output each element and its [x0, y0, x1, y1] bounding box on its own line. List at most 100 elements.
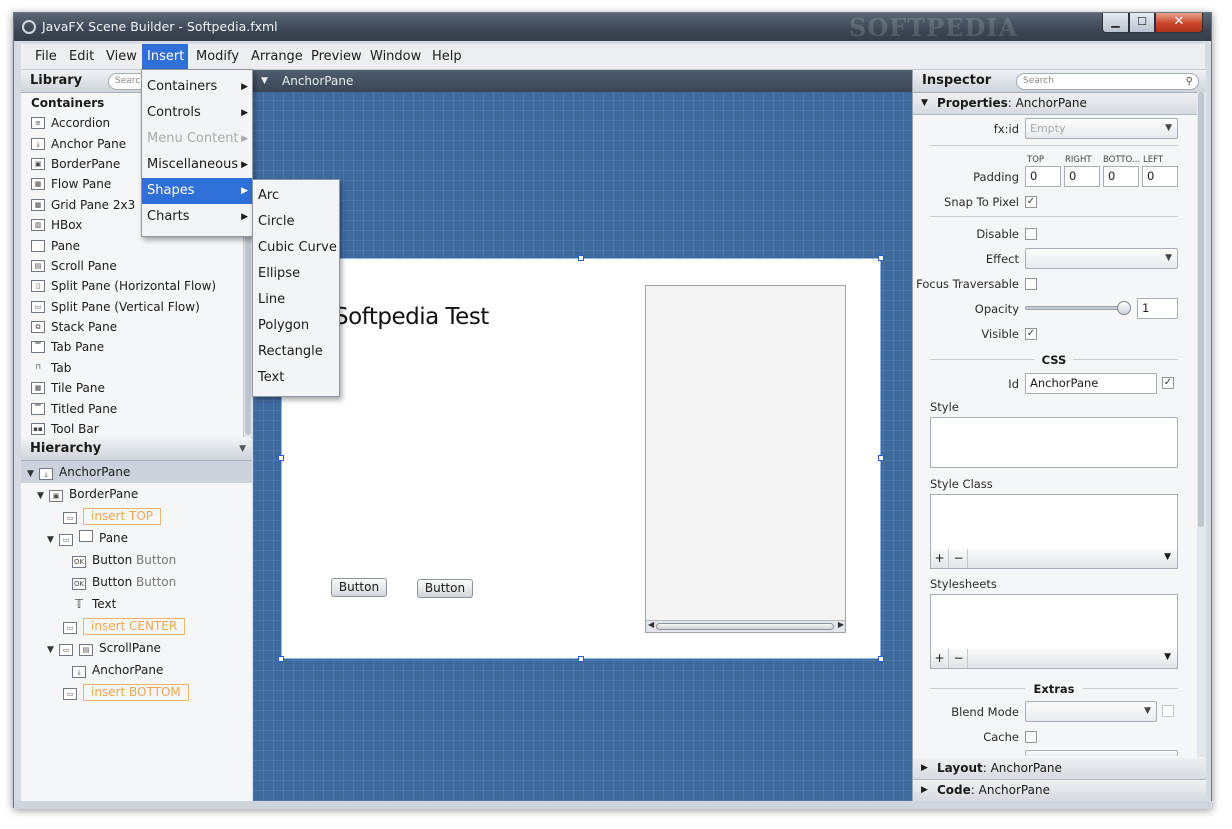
- insert-menu-controls[interactable]: Controls ▶: [142, 100, 252, 126]
- tree-row-insert-top[interactable]: ▭ insert TOP: [63, 505, 162, 527]
- shapes-menu-line[interactable]: Line: [253, 287, 339, 313]
- chevron-down-icon[interactable]: ▼: [1164, 652, 1171, 662]
- shapes-menu-rectangle[interactable]: Rectangle: [253, 339, 339, 365]
- resize-handle[interactable]: [278, 455, 284, 461]
- chevron-down-icon[interactable]: ▼: [239, 438, 246, 460]
- visible-checkbox[interactable]: ✓: [1025, 328, 1037, 340]
- library-item[interactable]: ▤ Scroll Pane: [21, 256, 243, 276]
- tree-row-button[interactable]: OK Button Button: [72, 571, 176, 593]
- insert-menu-charts[interactable]: Charts ▶: [142, 204, 252, 230]
- chevron-down-icon[interactable]: ▼: [1164, 552, 1171, 562]
- effect-combo[interactable]: ▼: [1025, 248, 1178, 269]
- breadcrumb[interactable]: AnchorPane: [282, 70, 353, 92]
- expand-triangle-icon[interactable]: ▼: [47, 529, 59, 551]
- cache-checkbox[interactable]: [1025, 731, 1037, 743]
- tree-row-scrollpane[interactable]: ▼ ▭ ▤ ScrollPane: [47, 637, 161, 659]
- fxid-combo[interactable]: Empty ▼: [1025, 118, 1178, 139]
- blend-mode-combo[interactable]: ▼: [1025, 701, 1157, 722]
- resize-handle[interactable]: [878, 656, 884, 662]
- tree-row-borderpane[interactable]: ▼ ▣ BorderPane: [37, 483, 138, 505]
- opacity-slider[interactable]: [1025, 306, 1129, 310]
- library-item[interactable]: ▭ Split Pane (Vertical Flow): [21, 297, 243, 317]
- library-item[interactable]: ⧉ Stack Pane: [21, 317, 243, 337]
- library-item[interactable]: Pane: [21, 235, 243, 255]
- stylesheets-list[interactable]: [930, 594, 1178, 650]
- add-icon[interactable]: +: [931, 549, 949, 568]
- style-class-list[interactable]: [930, 494, 1178, 550]
- arrow-left-icon[interactable]: ◀: [648, 620, 654, 629]
- menu-edit[interactable]: Edit: [64, 44, 99, 70]
- anchor-pane-root[interactable]: Softpedia Test Button Button ◀ ▶: [281, 258, 881, 659]
- inspector-scrollbar[interactable]: [1197, 92, 1206, 757]
- arrow-right-icon[interactable]: ▶: [838, 620, 844, 629]
- close-button[interactable]: ✕: [1155, 13, 1203, 33]
- tree-row-anchorpane[interactable]: ▼ ⤓ AnchorPane: [21, 461, 252, 483]
- shapes-menu-cubic-curve[interactable]: Cubic Curve: [253, 235, 339, 261]
- focus-traversable-checkbox[interactable]: [1025, 278, 1037, 290]
- chevron-down-icon[interactable]: ▼: [261, 70, 268, 92]
- library-item[interactable]: ▯ Split Pane (Horizontal Flow): [21, 276, 243, 296]
- canvas-text-label[interactable]: Softpedia Test: [334, 304, 489, 330]
- remove-icon[interactable]: −: [950, 649, 968, 668]
- library-item[interactable]: ⊓ Tab: [21, 358, 243, 378]
- shapes-menu-circle[interactable]: Circle: [253, 209, 339, 235]
- minimize-button[interactable]: ▁: [1102, 13, 1129, 33]
- insert-center-slot[interactable]: insert CENTER: [83, 618, 186, 635]
- menu-preview[interactable]: Preview: [306, 44, 367, 70]
- insert-menu-containers[interactable]: Containers ▶: [142, 74, 252, 100]
- menu-window[interactable]: Window: [365, 44, 426, 70]
- menu-view[interactable]: View: [101, 44, 142, 70]
- expand-triangle-icon[interactable]: ▼: [47, 639, 59, 661]
- blend-mode-checkbox[interactable]: [1162, 705, 1174, 717]
- menu-help[interactable]: Help: [427, 44, 467, 70]
- shapes-menu-arc[interactable]: Arc: [253, 183, 339, 209]
- library-item[interactable]: ▦ Tile Pane: [21, 378, 243, 398]
- tree-row-insert-center[interactable]: ▭ insert CENTER: [63, 615, 186, 637]
- shapes-menu-ellipse[interactable]: Ellipse: [253, 261, 339, 287]
- expand-triangle-icon[interactable]: ▼: [37, 485, 49, 507]
- padding-bottom-field[interactable]: 0: [1103, 166, 1139, 187]
- inspector-scroll-thumb[interactable]: [1198, 92, 1204, 527]
- library-item[interactable]: ▪▪ Tool Bar: [21, 419, 243, 437]
- menu-file[interactable]: File: [30, 44, 62, 70]
- add-icon[interactable]: +: [931, 649, 949, 668]
- resize-handle[interactable]: [278, 656, 284, 662]
- tree-row-anchorpane-inner[interactable]: ⤓ AnchorPane: [72, 659, 163, 681]
- tree-row-button[interactable]: OK Button Button: [72, 549, 176, 571]
- properties-section-header[interactable]: ▼ Properties: AnchorPane: [913, 93, 1197, 115]
- resize-handle[interactable]: [878, 455, 884, 461]
- design-canvas[interactable]: ▼ AnchorPane Softpedia Test Button Butto…: [253, 70, 912, 801]
- tree-row-insert-bottom[interactable]: ▭ insert BOTTOM: [63, 681, 189, 703]
- id-sync-checkbox[interactable]: ✓: [1162, 377, 1174, 389]
- title-bar[interactable]: JavaFX Scene Builder - Softpedia.fxml SO…: [14, 13, 1211, 42]
- layout-section-header[interactable]: ▶ Layout: AnchorPane: [913, 758, 1206, 780]
- opacity-slider-knob[interactable]: [1117, 301, 1131, 315]
- tree-row-text[interactable]: 𝕋 Text: [72, 593, 117, 615]
- insert-bottom-slot[interactable]: insert BOTTOM: [83, 684, 189, 701]
- disable-checkbox[interactable]: [1025, 228, 1037, 240]
- cache-hint-combo[interactable]: [1025, 750, 1178, 756]
- expand-triangle-icon[interactable]: ▼: [27, 463, 39, 485]
- style-textarea[interactable]: [930, 417, 1178, 468]
- insert-top-slot[interactable]: insert TOP: [83, 508, 162, 525]
- shapes-menu-polygon[interactable]: Polygon: [253, 313, 339, 339]
- id-field[interactable]: AnchorPane: [1025, 373, 1157, 394]
- menu-modify[interactable]: Modify: [191, 44, 244, 70]
- resize-handle[interactable]: [878, 255, 884, 261]
- shapes-menu-text[interactable]: Text: [253, 365, 339, 391]
- canvas-button-1[interactable]: Button: [331, 578, 387, 597]
- tree-row-pane[interactable]: ▼ ▭ Pane: [47, 527, 128, 549]
- insert-menu-miscellaneous[interactable]: Miscellaneous ▶: [142, 152, 252, 178]
- menu-insert[interactable]: Insert: [142, 44, 188, 70]
- opacity-field[interactable]: 1: [1137, 298, 1178, 319]
- resize-handle[interactable]: [578, 656, 584, 662]
- canvas-button-2[interactable]: Button: [417, 579, 473, 598]
- code-section-header[interactable]: ▶ Code: AnchorPane: [913, 780, 1206, 802]
- canvas-scroll-thumb[interactable]: [656, 623, 834, 630]
- library-item[interactable]: ▔ Tab Pane: [21, 337, 243, 357]
- resize-handle[interactable]: [578, 255, 584, 261]
- canvas-scrollbar-horizontal[interactable]: ◀ ▶: [646, 620, 845, 632]
- canvas-scroll-pane[interactable]: ◀ ▶: [645, 285, 846, 633]
- inspector-search-input[interactable]: Search ⚲: [1016, 73, 1199, 90]
- padding-top-field[interactable]: 0: [1025, 166, 1061, 187]
